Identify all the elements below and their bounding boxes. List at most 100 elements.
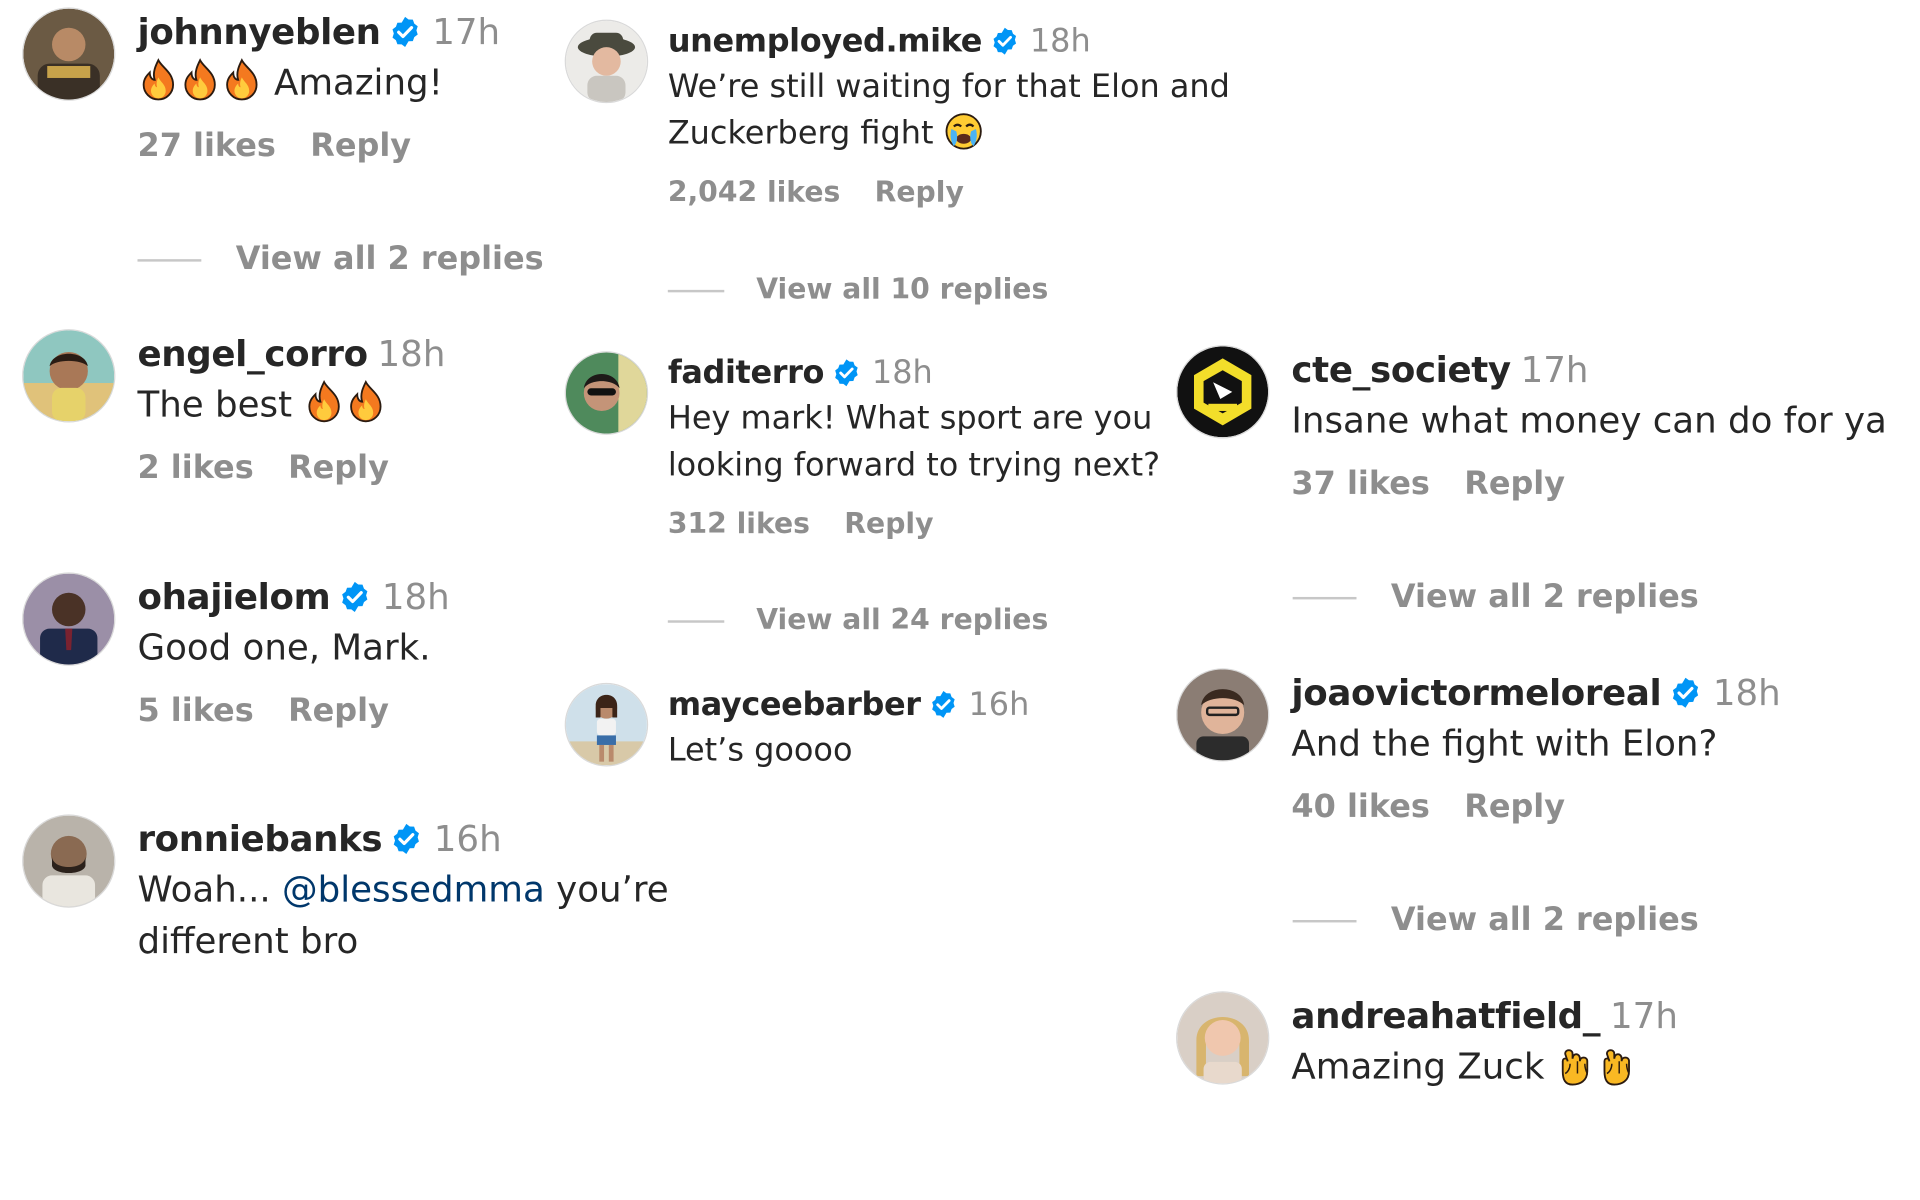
verified-badge-icon — [989, 26, 1020, 57]
reply-button[interactable]: Reply — [844, 509, 933, 541]
reply-button[interactable]: Reply — [1464, 466, 1565, 503]
comment-meta: 5 likes Reply — [137, 690, 449, 732]
comment-text: Insane what money can do for ya — [1291, 399, 1887, 441]
avatar[interactable] — [564, 682, 649, 767]
view-replies-label: View all 2 replies — [235, 240, 544, 278]
verified-badge-icon — [831, 357, 862, 388]
divider — [1292, 596, 1357, 599]
likes-count[interactable]: 37 likes — [1291, 466, 1429, 503]
comment-text: The best — [137, 378, 445, 430]
avatar[interactable] — [22, 329, 116, 423]
comment-text-content: The best — [137, 383, 293, 425]
comment-text: Good one, Mark. — [137, 622, 449, 674]
verified-badge-icon — [390, 822, 424, 856]
reply-button[interactable]: Reply — [875, 177, 964, 209]
likes-count[interactable]: 2 likes — [137, 450, 253, 487]
view-replies-button[interactable]: View all 2 replies — [1292, 899, 1699, 941]
view-replies-button[interactable]: View all 24 replies — [667, 599, 1049, 641]
comment-meta: 40 likes Reply — [1291, 786, 1780, 828]
comment-text-line2: looking forward to trying next? — [667, 447, 1161, 484]
fire-emoji-icon — [345, 379, 387, 424]
avatar[interactable] — [1176, 345, 1270, 439]
mention-link[interactable]: @blessedmma — [282, 868, 545, 910]
avatar[interactable] — [1176, 668, 1270, 762]
clapping-hands-emoji-icon — [1556, 1042, 1598, 1086]
comment-time: 16h — [968, 686, 1030, 724]
comment-time: 17h — [432, 11, 501, 53]
comment-text: Woah... @blessedmma you’re — [137, 863, 668, 915]
comment-meta: 27 likes Reply — [137, 125, 500, 167]
comment-time: 18h — [1029, 23, 1091, 61]
verified-badge-icon — [338, 580, 372, 614]
username[interactable]: ronniebanks — [137, 818, 382, 860]
comment-text-content: Good one, Mark. — [137, 626, 431, 669]
comment-time: 18h — [377, 332, 446, 375]
view-replies-button[interactable]: View all 2 replies — [1292, 576, 1699, 618]
username[interactable]: engel_corro — [137, 333, 368, 375]
comment-text: And the fight with Elon? — [1291, 722, 1718, 765]
verified-badge-icon — [388, 15, 422, 49]
comment-text: Amazing! — [137, 57, 500, 109]
username[interactable]: cte_society — [1291, 349, 1511, 391]
likes-count[interactable]: 40 likes — [1291, 789, 1429, 826]
username[interactable]: faditerro — [668, 355, 825, 392]
comment-text-line2: different bro — [137, 919, 359, 962]
crying-face-emoji-icon — [944, 112, 983, 151]
comment-meta: 312 likes Reply — [668, 504, 1160, 546]
divider — [137, 258, 202, 262]
username[interactable]: unemployed.mike — [668, 23, 983, 60]
comment-time: 18h — [871, 354, 933, 392]
divider — [1292, 919, 1357, 922]
comment-time: 16h — [433, 818, 502, 860]
fire-emoji-icon — [303, 379, 345, 424]
view-replies-label: View all 2 replies — [1390, 578, 1699, 616]
username[interactable]: joaovictormeloreal — [1291, 672, 1661, 714]
verified-badge-icon — [928, 689, 959, 720]
comment-text-content: you’re — [544, 868, 669, 911]
view-replies-label: View all 2 replies — [1390, 901, 1699, 939]
comment-time: 18h — [1712, 671, 1781, 714]
view-replies-label: View all 24 replies — [756, 604, 1049, 637]
fire-emoji-icon — [221, 58, 263, 102]
likes-count[interactable]: 5 likes — [137, 693, 253, 730]
comment-meta: 37 likes Reply — [1291, 463, 1886, 505]
username[interactable]: ohajielom — [137, 576, 330, 618]
avatar[interactable] — [22, 814, 116, 908]
avatar[interactable] — [1176, 991, 1270, 1085]
fire-emoji-icon — [137, 58, 179, 102]
username[interactable]: andreahatfield_ — [1291, 995, 1600, 1037]
comment-time: 17h — [1520, 348, 1589, 391]
reply-button[interactable]: Reply — [288, 693, 389, 730]
username[interactable]: johnnyeblen — [137, 11, 381, 53]
comment-time: 18h — [381, 576, 450, 618]
reply-button[interactable]: Reply — [310, 128, 411, 165]
comment-text-content: Amazing Zuck — [1291, 1045, 1545, 1088]
comment-text: Zuckerberg fight — [668, 111, 1230, 158]
likes-count[interactable]: 27 likes — [137, 128, 275, 165]
comments-feed: johnnyeblen 17h Amazing! 27 likes Reply Vi… — [0, 0, 1920, 1200]
avatar[interactable] — [22, 7, 116, 101]
view-replies-button[interactable]: View all 10 replies — [667, 269, 1049, 311]
comment-text-line1: Hey mark! What sport are you — [667, 400, 1153, 438]
avatar[interactable] — [564, 19, 649, 104]
divider — [667, 619, 725, 623]
clapping-hands-emoji-icon — [1598, 1042, 1640, 1086]
likes-count[interactable]: 312 likes — [668, 509, 810, 541]
comment-text-line1: We’re still waiting for that Elon and — [667, 68, 1230, 106]
avatar[interactable] — [564, 351, 649, 435]
view-replies-label: View all 10 replies — [756, 273, 1049, 306]
reply-button[interactable]: Reply — [1464, 789, 1565, 826]
view-replies-button[interactable]: View all 2 replies — [137, 238, 544, 280]
likes-count[interactable]: 2,042 likes — [668, 177, 840, 209]
username[interactable]: mayceebarber — [668, 687, 921, 724]
fire-emoji-icon — [179, 58, 221, 102]
reply-button[interactable]: Reply — [288, 450, 389, 487]
comment-meta: 2 likes Reply — [137, 447, 445, 489]
verified-badge-icon — [1669, 676, 1703, 710]
comment-text: Let’s goooo — [667, 732, 853, 769]
comment-text: Amazing Zuck — [1291, 1040, 1677, 1092]
comment-time: 17h — [1610, 994, 1678, 1037]
comment-text-content: Woah... — [137, 868, 283, 911]
comment-text-content: Zuckerberg fight — [667, 115, 934, 153]
avatar[interactable] — [22, 572, 116, 666]
